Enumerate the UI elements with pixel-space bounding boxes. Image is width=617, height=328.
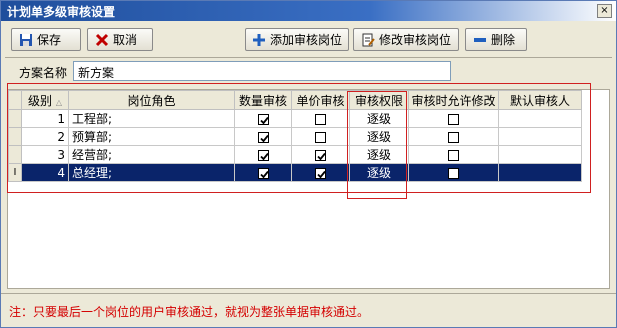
column-header-permission[interactable]: 审核权限 [349, 90, 409, 110]
table-row[interactable]: 3 经营部; 逐级 [8, 145, 582, 164]
row-indicator[interactable]: I [8, 163, 22, 182]
edit-position-button[interactable]: 修改审核岗位 [353, 28, 459, 51]
price-check-cell[interactable] [291, 109, 350, 128]
edit-document-icon [360, 32, 375, 47]
edit-label: 修改审核岗位 [379, 33, 452, 47]
permission-cell[interactable]: 逐级 [349, 109, 409, 128]
column-header-qty[interactable]: 数量审核 [234, 90, 292, 110]
level-cell[interactable]: 4 [21, 163, 69, 182]
allow-edit-check-cell[interactable] [408, 109, 499, 128]
approval-table: 级别 △ 岗位角色 数量审核 单价审核 审核权限 审核时允许修改 默认审核人 1… [8, 90, 582, 182]
row-indicator[interactable] [8, 127, 22, 146]
price-check-cell[interactable] [291, 163, 350, 182]
level-cell[interactable]: 1 [21, 109, 69, 128]
level-cell[interactable]: 3 [21, 145, 69, 164]
plan-name-label: 方案名称 [19, 66, 68, 80]
table-row[interactable]: 2 预算部; 逐级 [8, 127, 582, 146]
qty-check-cell[interactable] [234, 145, 292, 164]
table-row[interactable]: I 4 总经理; 逐级 [8, 163, 582, 182]
permission-cell[interactable]: 逐级 [349, 145, 409, 164]
qty-check-cell[interactable] [234, 127, 292, 146]
level-cell[interactable]: 2 [21, 127, 69, 146]
row-indicator[interactable] [8, 109, 22, 128]
toolbar: 保存 取消 添加审核岗位 修改审核岗位 删除 [1, 25, 616, 55]
qty-checkbox[interactable] [257, 149, 269, 161]
column-header-level[interactable]: 级别 △ [21, 90, 69, 110]
price-checkbox[interactable] [315, 113, 326, 125]
minus-icon [472, 32, 487, 47]
role-cell[interactable]: 经营部; [68, 145, 235, 164]
close-button[interactable]: × [597, 4, 612, 18]
save-label: 保存 [37, 33, 62, 47]
qty-checkbox[interactable] [257, 167, 269, 179]
delete-button[interactable]: 删除 [465, 28, 527, 51]
qty-check-cell[interactable] [234, 109, 292, 128]
floppy-disk-icon [18, 32, 33, 47]
qty-checkbox[interactable] [257, 113, 269, 125]
qty-check-cell[interactable] [234, 163, 292, 182]
plus-icon [252, 32, 266, 47]
price-check-cell[interactable] [291, 127, 350, 146]
column-header-role[interactable]: 岗位角色 [68, 90, 235, 110]
allow-edit-checkbox[interactable] [448, 149, 459, 161]
grid-header-row: 级别 △ 岗位角色 数量审核 单价审核 审核权限 审核时允许修改 默认审核人 [8, 90, 582, 110]
red-x-icon [94, 32, 109, 47]
price-checkbox[interactable] [315, 131, 326, 143]
default-user-cell[interactable] [498, 109, 582, 128]
add-position-button[interactable]: 添加审核岗位 [245, 28, 349, 51]
row-indicator-header [8, 90, 22, 110]
allow-edit-check-cell[interactable] [408, 145, 499, 164]
allow-edit-checkbox[interactable] [448, 131, 459, 143]
footer-divider [1, 293, 616, 294]
allow-edit-check-cell[interactable] [408, 163, 499, 182]
allow-edit-check-cell[interactable] [408, 127, 499, 146]
table-row[interactable]: 1 工程部; 逐级 [8, 109, 582, 128]
cancel-button[interactable]: 取消 [87, 28, 153, 51]
footer-note: 注：只要最后一个岗位的用户审核通过，就视为整张单据审核通过。 [9, 305, 370, 319]
column-header-allow-edit[interactable]: 审核时允许修改 [408, 90, 499, 110]
delete-label: 删除 [491, 33, 516, 47]
toolbar-divider [5, 57, 612, 58]
allow-edit-checkbox[interactable] [448, 113, 459, 125]
title-bar: 计划单多级审核设置 × [1, 1, 616, 21]
column-header-price[interactable]: 单价审核 [291, 90, 350, 110]
cancel-label: 取消 [113, 33, 138, 47]
allow-edit-checkbox[interactable] [448, 167, 459, 179]
default-user-cell[interactable] [498, 127, 582, 146]
role-cell[interactable]: 总经理; [68, 163, 235, 182]
default-user-cell[interactable] [498, 145, 582, 164]
add-label: 添加审核岗位 [270, 33, 343, 47]
row-indicator[interactable] [8, 145, 22, 164]
role-cell[interactable]: 工程部; [68, 109, 235, 128]
sort-icon: △ [55, 97, 62, 107]
save-button[interactable]: 保存 [11, 28, 81, 51]
permission-cell[interactable]: 逐级 [349, 163, 409, 182]
plan-name-input[interactable]: 新方案 [73, 61, 451, 81]
default-user-cell[interactable] [498, 163, 582, 182]
role-cell[interactable]: 预算部; [68, 127, 235, 146]
approval-grid: 级别 △ 岗位角色 数量审核 单价审核 审核权限 审核时允许修改 默认审核人 1… [7, 89, 610, 289]
price-check-cell[interactable] [291, 145, 350, 164]
permission-cell[interactable]: 逐级 [349, 127, 409, 146]
window-title: 计划单多级审核设置 [7, 5, 116, 19]
price-checkbox[interactable] [315, 149, 326, 161]
qty-checkbox[interactable] [257, 131, 269, 143]
price-checkbox[interactable] [315, 167, 326, 179]
column-header-default-user[interactable]: 默认审核人 [498, 90, 582, 110]
dialog-window: 计划单多级审核设置 × 保存 取消 添加审核岗位 修改审核岗位 删除 方案名称 … [0, 0, 617, 328]
